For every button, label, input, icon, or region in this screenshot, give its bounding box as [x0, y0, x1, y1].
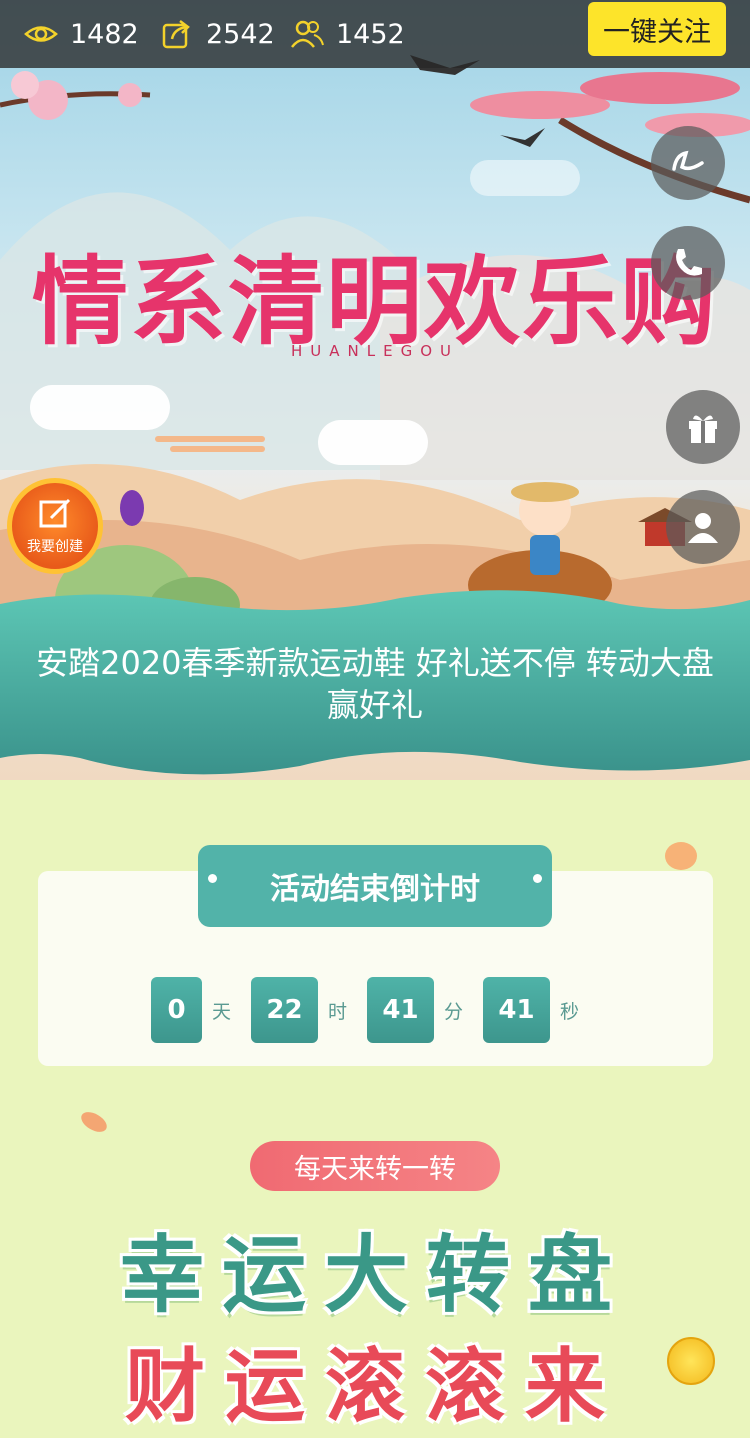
minutes-unit: 分 [444, 1001, 464, 1023]
follow-button[interactable]: 一键关注 [588, 2, 726, 56]
countdown-title: 活动结束倒计时 [198, 845, 552, 927]
hours-value: 22 [251, 977, 318, 1043]
shares-stat: 2542 [160, 14, 275, 54]
profile-button[interactable] [666, 490, 740, 564]
seconds-value: 41 [483, 977, 550, 1043]
views-count: 1482 [70, 18, 139, 50]
banner-subtitle: HUANLEGOU [291, 342, 459, 360]
voice-icon [672, 150, 704, 171]
gift-button[interactable] [666, 390, 740, 464]
users-icon [291, 20, 324, 48]
minutes-value: 41 [367, 977, 434, 1043]
phone-icon [676, 249, 702, 276]
share-icon [162, 20, 190, 49]
headline-text: 安踏2020春季新款运动鞋 好礼送不停 转动大盘赢好礼 [36, 644, 714, 724]
flower-decoration [665, 842, 697, 870]
participants-count: 1452 [336, 18, 405, 50]
wheel-title: 幸运大转盘 [119, 1225, 630, 1324]
phone-button[interactable] [651, 226, 725, 300]
title-dot [208, 874, 217, 883]
participants-stat: 1452 [290, 14, 405, 54]
cloud-line [170, 446, 265, 452]
gift-icon [689, 415, 717, 443]
wheel-subtitle: 财运滚滚来 [125, 1339, 625, 1433]
edit-icon [39, 498, 71, 528]
shares-count: 2542 [206, 18, 275, 50]
cloud [318, 420, 428, 465]
create-button[interactable]: 我要创建 [7, 478, 103, 574]
cloud [30, 385, 170, 430]
views-stat: 1482 [24, 14, 139, 54]
voice-button[interactable] [651, 126, 725, 200]
daily-spin-badge: 每天来转一转 [250, 1141, 500, 1191]
hours-unit: 时 [328, 1001, 348, 1023]
title-dot [533, 874, 542, 883]
cloud [470, 160, 580, 196]
create-label: 我要创建 [27, 539, 83, 555]
user-icon [688, 513, 718, 543]
cloud-line [155, 436, 265, 442]
stats-bar: 1482 2542 1452 一键关注 [0, 0, 750, 68]
seconds-unit: 秒 [560, 1001, 580, 1023]
coin-icon [667, 1337, 715, 1385]
days-unit: 天 [212, 1001, 232, 1023]
days-value: 0 [151, 977, 202, 1043]
petal-decoration [77, 1108, 111, 1136]
eye-icon [24, 26, 58, 42]
